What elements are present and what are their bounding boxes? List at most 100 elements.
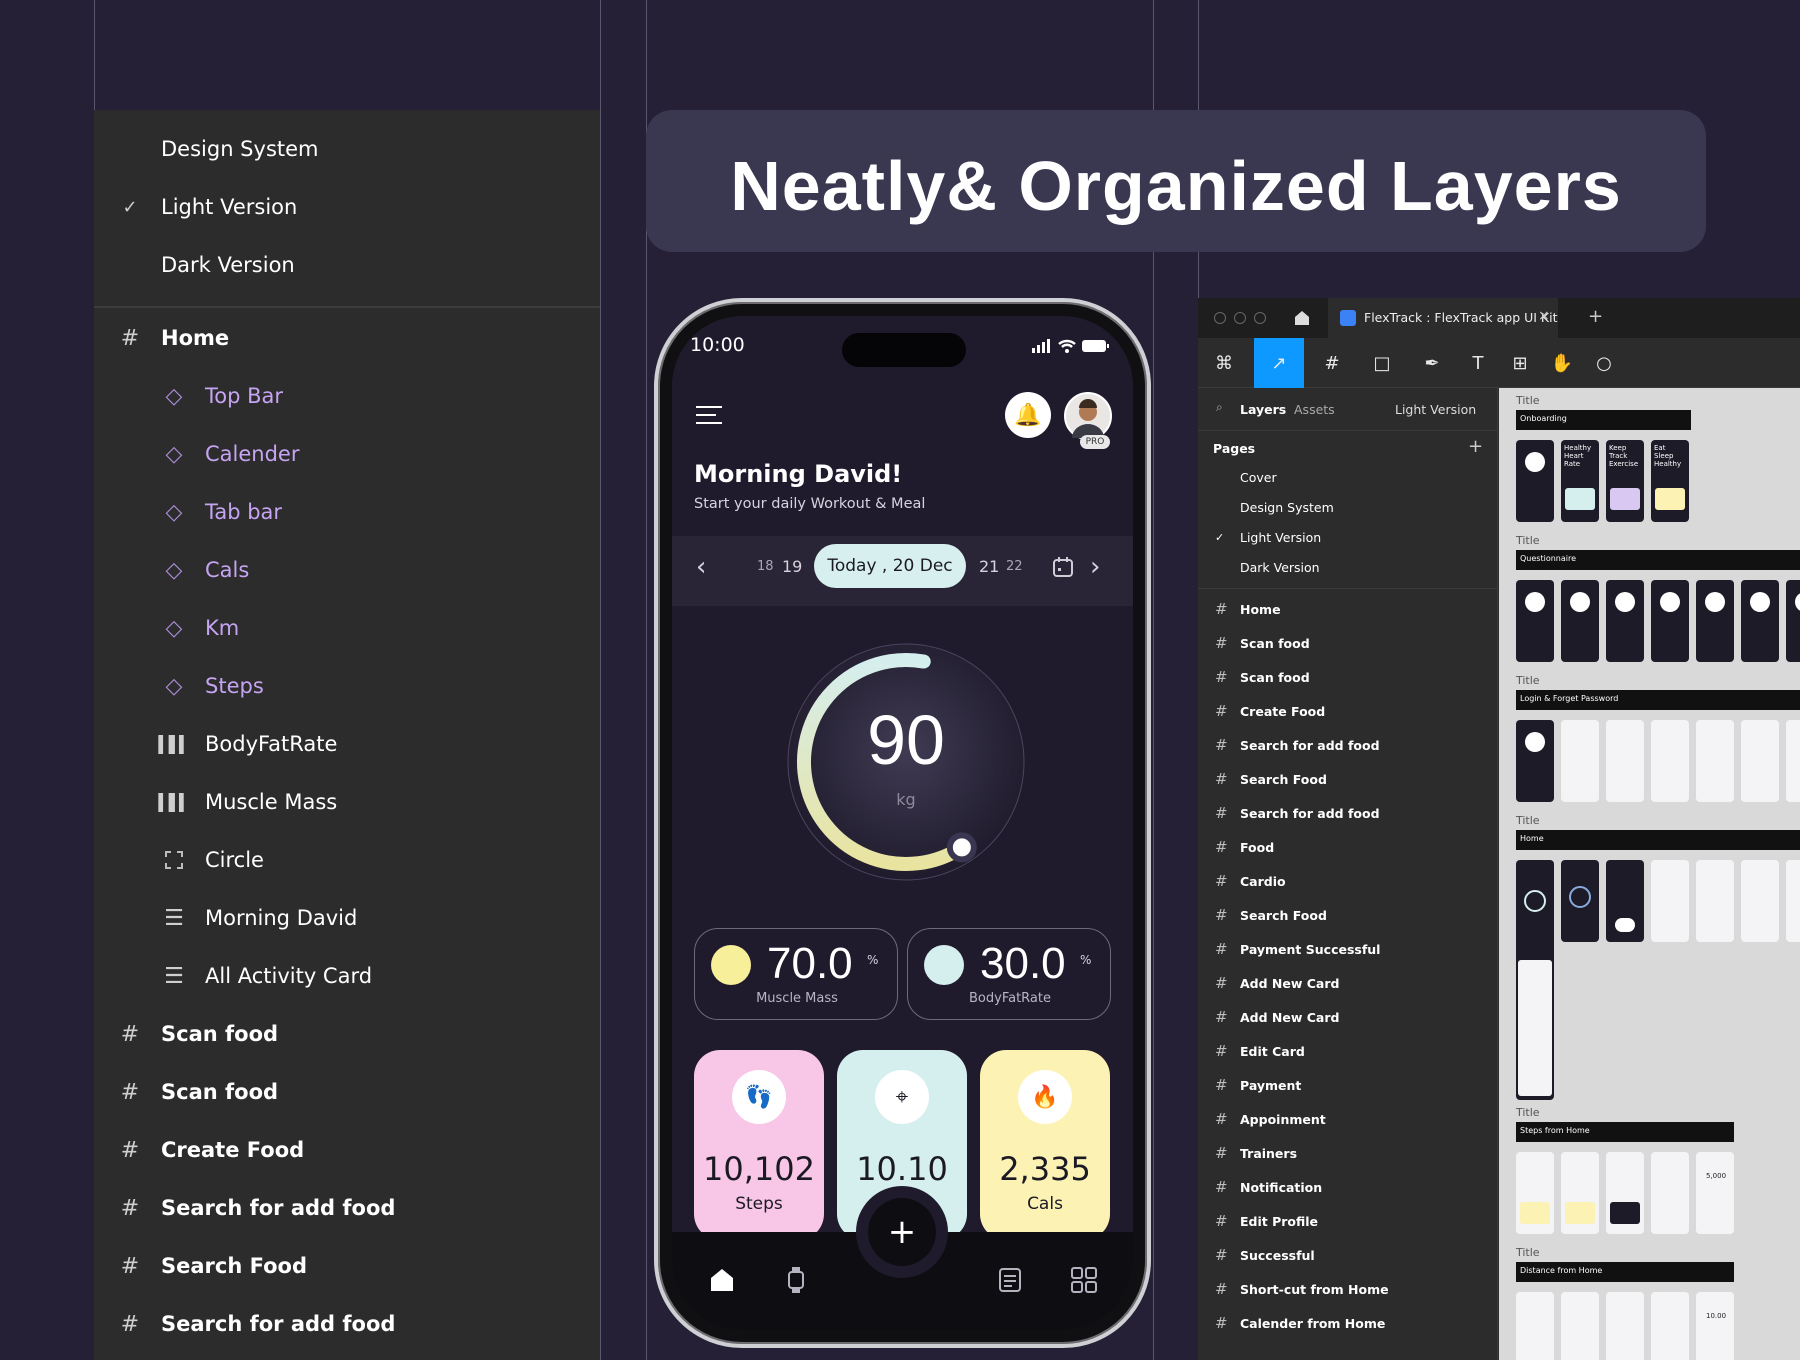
home-tab-icon[interactable] xyxy=(708,1266,736,1294)
notes-tab-icon[interactable] xyxy=(996,1266,1024,1294)
page-item-light-version[interactable]: ✓ Light Version xyxy=(94,178,600,236)
frame-item[interactable]: # Scan food xyxy=(1198,628,1498,658)
page-item-dark-version[interactable]: Dark Version xyxy=(94,236,600,294)
layer-component-cals[interactable]: ◇ Cals xyxy=(94,541,600,599)
screen-thumbnail[interactable] xyxy=(1606,1152,1644,1234)
layer-frame-home[interactable]: # Home xyxy=(94,309,600,367)
screen-thumbnail[interactable] xyxy=(1696,580,1734,662)
screen-thumbnail[interactable] xyxy=(1516,1292,1554,1360)
layer-frame-search-food[interactable]: # Search Food xyxy=(94,1237,600,1295)
resources-tool-icon[interactable]: ⊞ xyxy=(1504,347,1536,379)
screen-thumbnail[interactable] xyxy=(1606,1292,1644,1360)
screen-thumbnail[interactable] xyxy=(1651,580,1689,662)
window-maximize-dot[interactable] xyxy=(1254,312,1266,324)
frame-item[interactable]: # Add New Card xyxy=(1198,1002,1498,1032)
layer-bodyfatrate[interactable]: ▍▌▍ BodyFatRate xyxy=(94,715,600,773)
layer-circle[interactable]: Circle xyxy=(94,831,600,889)
prev-date-chevron-icon[interactable]: ‹ xyxy=(696,552,706,582)
layer-frame-search-for-add-food[interactable]: # Search for add food xyxy=(94,1295,600,1353)
add-page-plus-icon[interactable]: + xyxy=(1468,436,1483,457)
frame-tool-icon[interactable]: # xyxy=(1316,347,1348,379)
shape-tool-icon[interactable]: □ xyxy=(1366,347,1398,379)
screen-thumbnail[interactable] xyxy=(1651,1152,1689,1234)
screen-thumbnail[interactable] xyxy=(1516,720,1554,802)
screen-thumbnail[interactable] xyxy=(1786,580,1800,662)
layer-component-tab-bar[interactable]: ◇ Tab bar xyxy=(94,483,600,541)
screen-thumbnail[interactable]: 5,000 xyxy=(1696,1152,1734,1234)
layer-component-calender[interactable]: ◇ Calender xyxy=(94,425,600,483)
layer-frame-search-for-add-food[interactable]: # Search for add food xyxy=(94,1179,600,1237)
frame-item[interactable]: # Search Food xyxy=(1198,764,1498,794)
screen-thumbnail[interactable] xyxy=(1516,580,1554,662)
frame-item[interactable]: # Short-cut from Home xyxy=(1198,1274,1498,1304)
screen-thumbnail[interactable] xyxy=(1696,720,1734,802)
frame-item[interactable]: # Food xyxy=(1198,832,1498,862)
calendar-icon[interactable] xyxy=(1052,556,1074,578)
window-close-dot[interactable] xyxy=(1214,312,1226,324)
screen-thumbnail[interactable] xyxy=(1516,1152,1554,1234)
screen-thumbnail[interactable] xyxy=(1651,720,1689,802)
search-icon[interactable]: ⌕ xyxy=(1216,400,1223,415)
layer-all-activity-card[interactable]: ☰ All Activity Card xyxy=(94,947,600,1005)
comment-tool-icon[interactable]: ○ xyxy=(1588,347,1620,379)
add-button[interactable]: + xyxy=(868,1198,936,1266)
screen-thumbnail[interactable]: Healthy Heart Rate xyxy=(1561,440,1599,522)
frame-item[interactable]: # Create Food xyxy=(1198,696,1498,726)
screen-thumbnail[interactable] xyxy=(1741,580,1779,662)
frame-item[interactable]: # Search for add food xyxy=(1198,730,1498,760)
screen-thumbnail[interactable] xyxy=(1651,1292,1689,1360)
home-icon[interactable] xyxy=(1292,308,1312,328)
screen-thumbnail[interactable] xyxy=(1561,1152,1599,1234)
frame-item[interactable]: # Edit Profile xyxy=(1198,1206,1498,1236)
page-item-design-system[interactable]: Design System xyxy=(94,120,600,178)
date-item[interactable]: 22 xyxy=(1006,559,1023,574)
frame-item[interactable]: # Scan food xyxy=(1198,662,1498,692)
cals-card[interactable]: 🔥 2,335 Cals xyxy=(980,1050,1110,1240)
frame-item[interactable]: # Payment Successful xyxy=(1198,934,1498,964)
frame-item[interactable]: # Cardio xyxy=(1198,866,1498,896)
date-item[interactable]: 21 xyxy=(979,557,999,576)
frame-item[interactable]: # Search for add food xyxy=(1198,798,1498,828)
frame-item[interactable]: # Notification xyxy=(1198,1172,1498,1202)
page-item[interactable]: ✓ Light Version xyxy=(1198,522,1498,552)
close-tab-icon[interactable]: × xyxy=(1538,308,1550,324)
frame-item[interactable]: # Appoinment xyxy=(1198,1104,1498,1134)
figma-canvas[interactable]: Title Onboarding Healthy Heart Rate Keep… xyxy=(1499,388,1800,1360)
frame-item[interactable]: # Payment xyxy=(1198,1070,1498,1100)
layer-muscle-mass[interactable]: ▍▌▍ Muscle Mass xyxy=(94,773,600,831)
move-tool-icon[interactable]: ↗ xyxy=(1254,338,1304,388)
screen-thumbnail[interactable] xyxy=(1696,860,1734,942)
screen-thumbnail[interactable] xyxy=(1741,720,1779,802)
screen-thumbnail[interactable] xyxy=(1606,580,1644,662)
main-menu-icon[interactable]: ⌘ xyxy=(1208,347,1240,379)
steps-card[interactable]: 👣 10,102 Steps xyxy=(694,1050,824,1240)
layer-component-steps[interactable]: ◇ Steps xyxy=(94,657,600,715)
date-item[interactable]: 18 xyxy=(757,559,774,574)
hand-tool-icon[interactable]: ✋ xyxy=(1546,347,1578,379)
notification-bell-button[interactable]: 🔔 xyxy=(1005,392,1051,438)
watch-tab-icon[interactable] xyxy=(782,1266,810,1294)
window-minimize-dot[interactable] xyxy=(1234,312,1246,324)
today-date-pill[interactable]: Today , 20 Dec xyxy=(814,544,966,588)
layer-component-top-bar[interactable]: ◇ Top Bar xyxy=(94,367,600,425)
layer-frame-scan-food[interactable]: # Scan food xyxy=(94,1063,600,1121)
page-item[interactable]: Cover xyxy=(1198,462,1498,492)
screen-thumbnail[interactable] xyxy=(1606,860,1644,942)
layer-morning-david[interactable]: ☰ Morning David xyxy=(94,889,600,947)
bodyfat-card[interactable]: 30.0 % BodyFatRate xyxy=(907,928,1111,1020)
text-tool-icon[interactable]: T xyxy=(1462,347,1494,379)
grid-tab-icon[interactable] xyxy=(1070,1266,1098,1294)
avatar[interactable] xyxy=(1064,392,1112,440)
gauge-knob[interactable] xyxy=(946,832,977,863)
frame-item[interactable]: # Search Food xyxy=(1198,900,1498,930)
screen-thumbnail[interactable] xyxy=(1651,860,1689,942)
screen-thumbnail[interactable]: Keep Track Exercise xyxy=(1606,440,1644,522)
screen-thumbnail[interactable] xyxy=(1561,720,1599,802)
page-item[interactable]: Design System xyxy=(1198,492,1498,522)
new-tab-plus-icon[interactable]: + xyxy=(1588,306,1603,327)
frame-item[interactable]: # Home xyxy=(1198,594,1498,624)
next-date-chevron-icon[interactable]: › xyxy=(1090,552,1100,582)
screen-thumbnail[interactable] xyxy=(1606,720,1644,802)
layer-frame-create-food[interactable]: # Create Food xyxy=(94,1121,600,1179)
frame-item[interactable]: # Add New Card xyxy=(1198,968,1498,998)
